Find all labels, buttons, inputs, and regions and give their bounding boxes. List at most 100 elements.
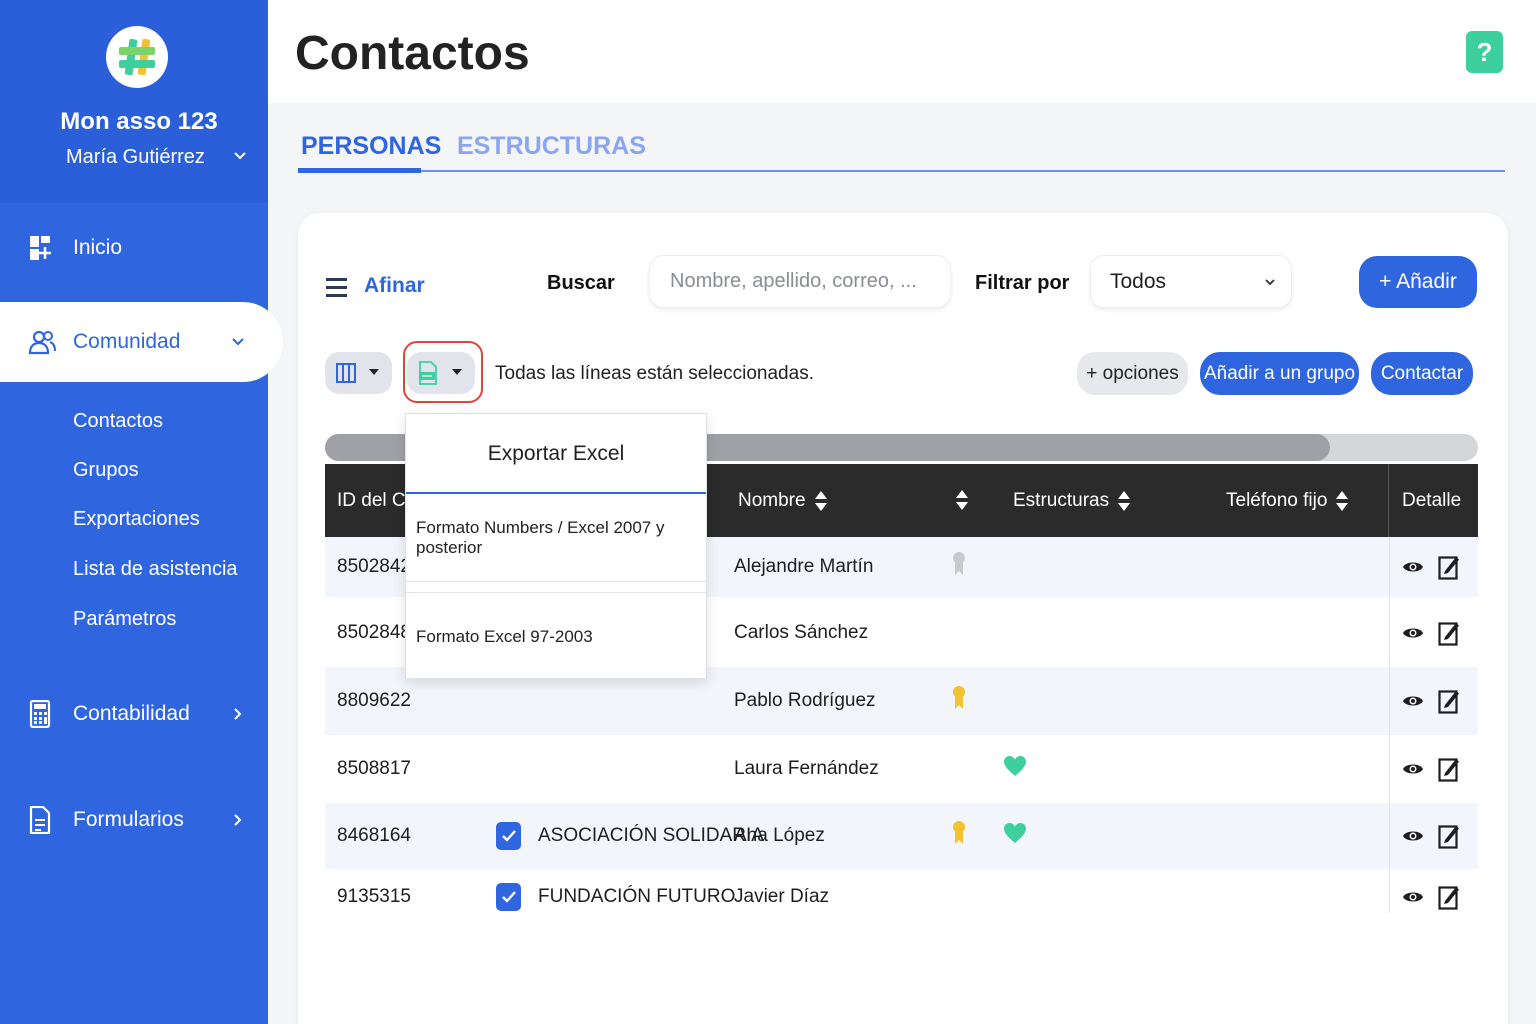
org-logo[interactable] <box>106 26 168 88</box>
submenu-exportaciones[interactable]: Exportaciones <box>73 508 200 531</box>
submenu-lista-asistencia[interactable]: Lista de asistencia <box>73 558 238 581</box>
submenu-parametros[interactable]: Parámetros <box>73 608 176 631</box>
csv-file-icon <box>419 361 437 385</box>
cell-nombre: Javier Díaz <box>734 886 830 907</box>
chevron-down-icon <box>232 338 244 346</box>
row-actions <box>1402 823 1460 849</box>
contact-button[interactable]: Contactar <box>1371 352 1473 395</box>
row-checkbox[interactable] <box>496 822 521 850</box>
table-row[interactable]: 8468164 ASOCIACIÓN SOLIDARIA Ana López <box>325 803 1478 869</box>
export-option-xls[interactable]: Formato Excel 97-2003 <box>406 592 706 680</box>
edit-icon[interactable] <box>1438 756 1460 782</box>
eye-icon[interactable] <box>1402 559 1424 575</box>
col-header-detalle-label: Detalle <box>1402 490 1462 511</box>
eye-icon[interactable] <box>1402 889 1424 905</box>
column-divider <box>1389 537 1390 913</box>
add-button[interactable]: + Añadir <box>1359 256 1477 308</box>
search-label: Buscar <box>547 272 615 294</box>
calculator-icon <box>29 700 51 728</box>
chevron-down-icon[interactable] <box>232 148 248 164</box>
user-name[interactable]: María Gutiérrez <box>66 146 205 169</box>
nav-inicio-label: Inicio <box>73 236 123 259</box>
checkbox-checked-icon <box>496 822 521 850</box>
dashboard-icon <box>30 236 51 260</box>
columns-button[interactable] <box>325 352 392 394</box>
cell-nombre: Alejandre Martín <box>734 556 874 577</box>
row-actions <box>1402 884 1460 910</box>
org-name: Mon asso 123 <box>60 108 218 135</box>
filter-select-value: Todos <box>1110 270 1167 293</box>
menu-icon[interactable] <box>326 278 347 302</box>
nav-inicio[interactable]: Inicio <box>0 218 268 278</box>
edit-icon[interactable] <box>1438 688 1460 714</box>
edit-icon[interactable] <box>1438 554 1460 580</box>
nav-contabilidad[interactable]: Contabilidad <box>0 684 268 744</box>
cell-nombre: Ana López <box>734 825 825 846</box>
caret-down-icon <box>452 369 462 375</box>
more-options-button[interactable]: + opciones <box>1077 352 1188 395</box>
cell-estructura: FUNDACIÓN FUTURO <box>538 886 736 907</box>
silver-badge-icon <box>952 551 966 583</box>
columns-icon <box>336 363 356 383</box>
col-header-telefono-label: Teléfono fijo <box>1226 490 1328 511</box>
nav-formularios[interactable]: Formularios <box>0 790 268 850</box>
gold-badge-icon <box>952 685 966 717</box>
search-input[interactable] <box>649 255 951 308</box>
export-button[interactable] <box>407 352 475 394</box>
chevron-right-icon <box>234 708 242 720</box>
nav-contabilidad-label: Contabilidad <box>73 702 190 725</box>
eye-icon[interactable] <box>1402 761 1424 777</box>
cell-id: 8508817 <box>337 758 411 779</box>
row-actions <box>1402 688 1460 714</box>
afinar-button[interactable]: Afinar <box>364 274 425 298</box>
tab-estructuras[interactable]: ESTRUCTURAS <box>457 132 646 161</box>
sort-icon <box>1336 491 1349 511</box>
eye-icon[interactable] <box>1402 828 1424 844</box>
col-header-nombre[interactable]: Nombre <box>738 490 828 512</box>
row-actions <box>1402 620 1460 646</box>
row-actions <box>1402 554 1460 580</box>
cell-id: 8502848 <box>337 622 411 643</box>
document-icon <box>29 806 51 834</box>
cell-nombre: Carlos Sánchez <box>734 622 869 643</box>
filter-select[interactable]: Todos <box>1090 255 1292 308</box>
export-menu-title: Exportar Excel <box>487 441 625 465</box>
cell-id: 9135315 <box>337 886 411 907</box>
cell-estructura: ASOCIACIÓN SOLIDARIA <box>538 825 764 846</box>
checkbox-checked-icon <box>496 883 521 911</box>
add-to-group-button[interactable]: Añadir a un grupo <box>1200 352 1359 395</box>
edit-icon[interactable] <box>1438 884 1460 910</box>
eye-icon[interactable] <box>1402 693 1424 709</box>
submenu-contactos[interactable]: Contactos <box>73 410 163 433</box>
row-checkbox[interactable] <box>496 883 521 911</box>
cell-nombre: Laura Fernández <box>734 758 879 779</box>
help-button[interactable]: ? <box>1466 31 1503 73</box>
edit-icon[interactable] <box>1438 823 1460 849</box>
col-header-estructuras-label: Estructuras <box>1013 490 1110 511</box>
nav-formularios-label: Formularios <box>73 808 184 831</box>
chevron-right-icon <box>234 814 242 826</box>
edit-icon[interactable] <box>1438 620 1460 646</box>
export-option-xlsx[interactable]: Formato Numbers / Excel 2007 y posterior <box>406 494 706 582</box>
users-icon <box>28 330 56 355</box>
nav-comunidad[interactable]: Comunidad <box>0 302 283 382</box>
tabs-divider <box>298 170 1505 172</box>
selection-status: Todas las líneas están seleccionadas. <box>495 363 814 384</box>
cell-id: 8468164 <box>337 825 411 846</box>
export-dropdown-menu: Exportar Excel Formato Numbers / Excel 2… <box>405 413 707 679</box>
heart-icon <box>1003 822 1027 850</box>
sort-icon[interactable] <box>955 489 969 511</box>
cell-id: 8502842 <box>337 556 411 577</box>
table-row[interactable]: 8508817 Laura Fernández <box>325 735 1478 803</box>
col-header-detalle: Detalle <box>1402 490 1461 512</box>
table-row[interactable]: 9135315 FUNDACIÓN FUTURO Javier Díaz <box>325 869 1478 925</box>
eye-icon[interactable] <box>1402 625 1424 641</box>
submenu-grupos[interactable]: Grupos <box>73 459 139 482</box>
tab-personas[interactable]: PERSONAS <box>301 132 441 161</box>
col-header-telefono[interactable]: Teléfono fijo <box>1226 490 1349 512</box>
col-header-estructuras[interactable]: Estructuras <box>1013 490 1131 512</box>
sidebar: Mon asso 123 María Gutiérrez Inicio Comu… <box>0 0 283 1024</box>
gold-badge-icon <box>952 820 966 852</box>
cell-id: 8809622 <box>337 690 411 711</box>
filter-label: Filtrar por <box>975 272 1070 294</box>
